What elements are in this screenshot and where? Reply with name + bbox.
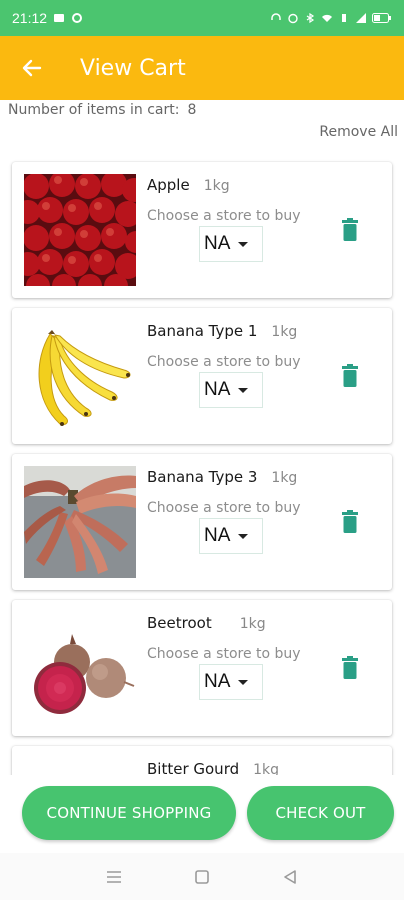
cart-item: Beetroot 1kg Choose a store to buy NA <box>12 600 392 736</box>
toolbar: View Cart <box>0 36 404 100</box>
red-bananas-image <box>24 466 136 578</box>
store-dropdown-value: NA <box>204 233 231 254</box>
store-dropdown[interactable]: NA <box>199 664 263 700</box>
checkout-button[interactable]: CHECK OUT <box>247 786 394 840</box>
item-title: Banana Type 3 1kg <box>147 468 297 486</box>
back-nav-button[interactable] <box>278 865 302 889</box>
store-hint: Choose a store to buy <box>147 500 301 516</box>
cart-count-row: Number of items in cart: 8 <box>8 102 196 118</box>
item-name: Apple <box>147 176 190 194</box>
continue-shopping-button[interactable]: CONTINUE SHOPPING <box>22 786 236 840</box>
item-title: Banana Type 1 1kg <box>147 322 297 340</box>
cart-item: Banana Type 3 1kg Choose a store to buy … <box>12 454 392 590</box>
triangle-back-icon <box>284 869 296 884</box>
cart-item: Bitter Gourd 1kg <box>12 746 392 775</box>
item-name: Bitter Gourd <box>147 760 240 775</box>
status-time: 21:12 <box>12 10 48 26</box>
delete-icon[interactable] <box>340 364 360 388</box>
dropdown-caret-icon <box>238 387 249 393</box>
arrow-left-icon <box>22 59 42 77</box>
dropdown-caret-icon <box>238 679 249 685</box>
system-nav-bar <box>0 853 404 900</box>
back-button[interactable] <box>16 52 48 84</box>
store-hint: Choose a store to buy <box>147 646 301 662</box>
status-bar: 21:12 <box>0 0 404 36</box>
item-title: Beetroot 1kg <box>147 614 266 632</box>
vibrate-icon <box>342 14 346 22</box>
item-name: Beetroot <box>147 614 212 632</box>
battery-icon <box>372 13 391 23</box>
store-dropdown[interactable]: NA <box>199 518 263 554</box>
cart-count-value: 8 <box>187 102 197 118</box>
status-right <box>270 12 392 24</box>
apples-image <box>24 174 136 286</box>
bluetooth-icon <box>306 12 315 24</box>
cart-count-label: Number of items in cart: <box>8 102 180 118</box>
item-quantity: 1kg <box>271 470 298 486</box>
store-hint: Choose a store to buy <box>147 208 301 224</box>
product-image <box>24 612 136 724</box>
item-name: Banana Type 3 <box>147 468 258 486</box>
product-image <box>24 466 136 578</box>
home-button[interactable] <box>190 865 214 889</box>
item-title: Apple 1kg <box>147 176 230 194</box>
wifi-icon <box>322 14 332 22</box>
product-image <box>24 320 136 432</box>
signal-icon <box>356 13 366 23</box>
alarm-icon <box>288 13 298 24</box>
store-dropdown-value: NA <box>204 379 231 400</box>
page-title: View Cart <box>80 55 186 81</box>
beetroots-image <box>24 612 136 724</box>
square-icon <box>195 869 209 884</box>
item-quantity: 1kg <box>239 616 266 632</box>
store-dropdown-value: NA <box>204 525 231 546</box>
delete-icon[interactable] <box>340 218 360 242</box>
cart-list[interactable]: Apple 1kg Choose a store to buy NA Banan… <box>0 150 404 775</box>
dropdown-caret-icon <box>238 241 249 247</box>
store-hint: Choose a store to buy <box>147 354 301 370</box>
cart-item: Banana Type 1 1kg Choose a store to buy … <box>12 308 392 444</box>
delete-icon[interactable] <box>340 656 360 680</box>
whatsapp-icon <box>72 13 83 23</box>
recent-apps-button[interactable] <box>102 865 126 889</box>
bottom-action-bar: CONTINUE SHOPPING CHECK OUT <box>0 775 404 853</box>
store-dropdown[interactable]: NA <box>199 226 263 262</box>
item-quantity: 1kg <box>253 762 280 775</box>
dropdown-caret-icon <box>238 533 249 539</box>
cart-item: Apple 1kg Choose a store to buy NA <box>12 162 392 298</box>
store-dropdown-value: NA <box>204 671 231 692</box>
message-icon <box>54 14 65 22</box>
store-dropdown[interactable]: NA <box>199 372 263 408</box>
remove-all-button[interactable]: Remove All <box>319 124 398 140</box>
item-title: Bitter Gourd 1kg <box>147 760 279 775</box>
item-quantity: 1kg <box>203 178 230 194</box>
status-left: 21:12 <box>12 10 83 26</box>
delete-icon[interactable] <box>340 510 360 534</box>
headset-icon <box>271 13 281 20</box>
item-name: Banana Type 1 <box>147 322 258 340</box>
product-image <box>24 174 136 286</box>
menu-icon <box>107 870 121 883</box>
yellow-bananas-image <box>24 320 136 432</box>
item-quantity: 1kg <box>271 324 298 340</box>
